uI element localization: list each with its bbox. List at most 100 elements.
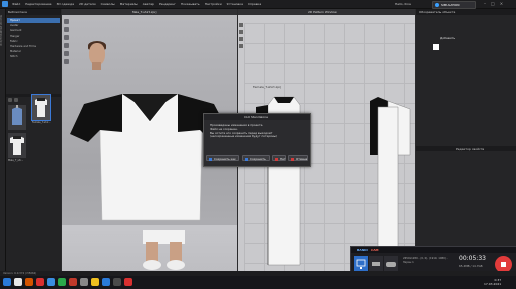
select-pattern-icon[interactable] [239, 23, 243, 27]
menu-item[interactable]: Файл [12, 2, 20, 6]
avatar-tool-icon[interactable] [64, 43, 69, 48]
start-icon[interactable] [3, 278, 11, 286]
library-panel: Библиотека Проект Avatar Garment Hanger Fabr… [6, 9, 61, 271]
menu-item[interactable]: Справка [248, 2, 261, 6]
screen-mode-button[interactable] [354, 256, 368, 272]
object-browser-panel: Обозреватель объекта Добавить Редактор с… [416, 9, 516, 271]
cancel-label: Отмена [296, 157, 308, 161]
taskbar-app-icon[interactable] [25, 278, 33, 286]
2d-viewport-title: 2D Pattern Window [308, 10, 337, 14]
library-header: Библиотека [6, 9, 61, 15]
settings-tool-icon[interactable] [64, 59, 69, 64]
cancel-button[interactable]: Отмена [288, 155, 308, 161]
simulation-icon [435, 3, 439, 7]
select-tool-icon[interactable] [64, 19, 69, 24]
list-view-icon[interactable] [14, 98, 18, 102]
close-icon[interactable]: × [500, 1, 503, 6]
3d-viewport-title: Male_T-shirt.zprj [132, 10, 157, 14]
menu-item[interactable]: 3D одежда [56, 2, 74, 6]
avatar-neck [92, 62, 101, 70]
library-list: Проект Avatar Garment Hanger Fabric Hardware … [7, 18, 60, 60]
menu-item[interactable]: Символы [101, 2, 115, 6]
dialog-title-bar: CLO Standalone [204, 114, 310, 120]
minimize-icon[interactable]: – [484, 1, 486, 6]
check-icon [209, 157, 212, 161]
device-mode-button[interactable] [369, 256, 383, 272]
library-title: Библиотека [8, 10, 27, 14]
recorder-time: 00:05:33 [459, 255, 486, 262]
menu-item[interactable]: Установка [227, 2, 243, 6]
recorder-brand: BANDI [357, 248, 368, 252]
grid-view-icon[interactable] [8, 98, 12, 102]
segment-tool-icon[interactable] [239, 44, 243, 48]
thumbnail-female-tshirt[interactable]: Female_T-shir... [31, 94, 51, 124]
thumbnail-hanger[interactable] [8, 105, 26, 130]
save-button[interactable]: Сохранить [242, 155, 270, 161]
menu-item[interactable]: Редактирование [25, 2, 51, 6]
taskbar-app-icon[interactable] [80, 278, 88, 286]
menu-bar: Файл Редактирование 3D одежда 2D детали Симв… [0, 0, 516, 9]
user-label[interactable]: Hello, Ilina [395, 2, 411, 6]
thumbnail-label: Female_T-shir... [32, 121, 51, 124]
menu-item[interactable]: Аватар [143, 2, 154, 6]
taskbar-app-icon[interactable] [124, 278, 132, 286]
pattern-file-label: Female_T-shirt.zprj [253, 85, 282, 89]
recorder-size: 65.4MB / 14.7GB [459, 264, 483, 268]
menu-item[interactable]: Материалы [120, 2, 138, 6]
dialog-message-line: (несохраненные изменения будут потеряны) [210, 134, 277, 139]
maximize-icon[interactable]: □ [491, 1, 495, 6]
avatar-legs [143, 230, 185, 270]
monitor-icon [356, 259, 366, 269]
taskbar-app-icon[interactable] [58, 278, 66, 286]
save-as-button[interactable]: Сохранить как [206, 155, 239, 161]
menu-item[interactable]: Показывать [181, 2, 200, 6]
gamepad-icon [386, 262, 396, 267]
recorder-brand-suffix: CAM [371, 248, 379, 252]
clock-date: 17.03.2021 [484, 282, 502, 286]
taskbar-app-icon[interactable] [14, 278, 22, 286]
menu-item[interactable]: 2D детали [79, 2, 96, 6]
taskbar-app-icon[interactable] [91, 278, 99, 286]
pin-tool-icon[interactable] [64, 35, 69, 40]
dialog-title: CLO Standalone [244, 115, 268, 119]
move-tool-icon[interactable] [64, 27, 69, 32]
thumbnail-male-tshirt[interactable]: Male_T_shi... [8, 133, 26, 162]
object-browser-header: Обозреватель объекта [416, 9, 516, 15]
save-dialog: CLO Standalone Произведены изменения в п… [203, 113, 311, 167]
taskbar-app-icon[interactable] [47, 278, 55, 286]
taskbar-app-icon[interactable] [69, 278, 77, 286]
tshirt-icon [10, 136, 24, 155]
3d-toolbar [64, 19, 70, 67]
taskbar-clock[interactable]: 0:37 17.03.2021 [484, 278, 501, 286]
polygon-tool-icon[interactable] [239, 30, 243, 34]
windows-taskbar: 0:37 17.03.2021 [0, 276, 516, 289]
side-strip-label: ВСЕ/ЛЮБИМЫЕ ИКОНЫ [0, 15, 3, 46]
property-editor-title: Редактор свойств [456, 147, 485, 151]
no-button[interactable]: Нет [272, 155, 286, 161]
simulation-toggle[interactable]: SIMULATION [432, 1, 476, 9]
object-browser-title: Обозреватель объекта [419, 10, 456, 14]
2d-viewport-tab: 2D Pattern Window [238, 9, 415, 15]
rectangle-tool-icon[interactable] [239, 37, 243, 41]
add-button[interactable]: Добавить [440, 36, 455, 40]
cross-icon [291, 157, 294, 161]
taskbar-app-icon[interactable] [102, 278, 110, 286]
library-item[interactable]: Stitch [7, 54, 60, 59]
save-as-label: Сохранить как [214, 157, 236, 161]
no-label: Нет [280, 157, 286, 161]
fabric-swatch[interactable] [433, 44, 439, 50]
menu-item[interactable]: Рендеринг [159, 2, 176, 6]
simulation-label: SIMULATION [441, 3, 460, 7]
taskbar-app-icon[interactable] [36, 278, 44, 286]
recorder-title-bar: BANDI CAM [351, 247, 516, 253]
menu-item[interactable]: Настройки [205, 2, 222, 6]
3d-viewport-tab: Male_T-shirt.zprj [62, 9, 237, 15]
game-mode-button[interactable] [384, 256, 398, 272]
property-editor-header: Редактор свойств [416, 146, 516, 151]
taskbar-app-icon[interactable] [113, 278, 121, 286]
check-icon [245, 157, 248, 161]
window-controls: – □ × [484, 1, 503, 6]
2d-toolbar [239, 23, 244, 51]
thumbnail-label: Male_T_shi... [8, 159, 24, 162]
camera-tool-icon[interactable] [64, 51, 69, 56]
